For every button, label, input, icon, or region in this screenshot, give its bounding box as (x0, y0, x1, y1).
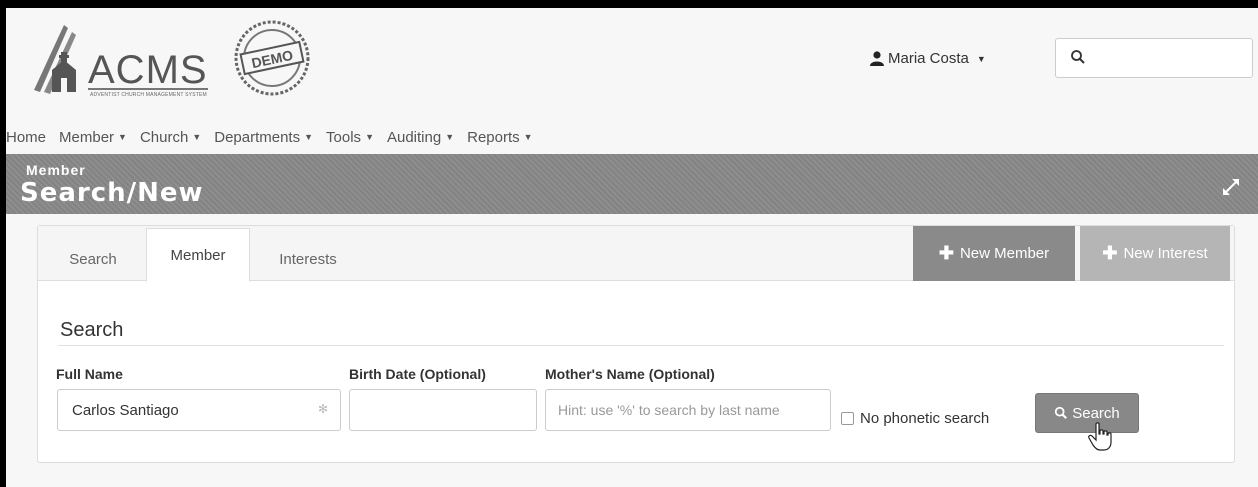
checkbox-box[interactable] (841, 412, 854, 425)
chevron-down-icon: ▼ (523, 132, 533, 142)
nav-item-home[interactable]: Home (6, 129, 46, 146)
header: ACMS ADVENTIST CHURCH MANAGEMENT SYSTEM … (6, 8, 1258, 120)
search-form-heading: Search (60, 319, 124, 341)
tab-interests[interactable]: Interests (258, 236, 358, 282)
heading-divider (58, 345, 1224, 346)
page-title: Search/New (20, 178, 204, 208)
full-name-input[interactable]: Carlos Santiago ✻ (57, 389, 341, 431)
user-menu[interactable]: Maria Costa ▼ (870, 50, 986, 67)
expand-icon[interactable] (1220, 176, 1242, 198)
chevron-down-icon: ▼ (118, 132, 127, 142)
loading-spinner-icon: ✻ (317, 402, 328, 416)
tab-strip: Search Member Interests ✚ New Member ✚ N… (38, 226, 1234, 282)
user-name: Maria Costa (888, 50, 969, 67)
nav-label: Departments (214, 128, 301, 146)
chevron-down-icon: ▼ (445, 132, 455, 142)
search-button[interactable]: Search (1035, 393, 1139, 433)
nav-item-reports[interactable]: Reports ▼ (467, 129, 532, 146)
logo-tagline: ADVENTIST CHURCH MANAGEMENT SYSTEM (90, 92, 207, 98)
nav-item-auditing[interactable]: Auditing ▼ (387, 129, 454, 146)
user-icon (870, 51, 884, 66)
app-window: ACMS ADVENTIST CHURCH MANAGEMENT SYSTEM … (6, 8, 1258, 487)
nav-item-church[interactable]: Church ▼ (140, 129, 201, 146)
logo-brand-text: ACMS (88, 48, 208, 92)
no-phonetic-label: No phonetic search (860, 410, 990, 427)
logo-underline (88, 88, 208, 90)
plus-icon: ✚ (1102, 243, 1118, 263)
main-nav: Home Member ▼ Church ▼ Departments ▼ Tools ▼… (6, 120, 1258, 154)
page-title-bar: Member Search/New (6, 154, 1258, 214)
chevron-down-icon: ▼ (976, 53, 986, 64)
birth-date-input[interactable] (349, 389, 537, 431)
hand-cursor-icon (1088, 422, 1112, 451)
nav-label: Tools (326, 128, 362, 146)
new-interest-button[interactable]: ✚ New Interest (1080, 226, 1230, 281)
birth-date-label: Birth Date (Optional) (349, 366, 486, 382)
full-name-label: Full Name (56, 366, 123, 382)
nav-item-tools[interactable]: Tools ▼ (326, 129, 374, 146)
plus-icon: ✚ (938, 243, 954, 263)
global-search-input[interactable] (1094, 45, 1244, 71)
nav-label: Church (139, 128, 189, 146)
nav-item-departments[interactable]: Departments ▼ (214, 129, 313, 146)
chevron-down-icon: ▼ (304, 132, 314, 142)
search-icon (1071, 50, 1085, 64)
full-name-value: Carlos Santiago (72, 401, 179, 419)
nav-label: Auditing (386, 128, 442, 146)
page-section: Member (26, 162, 86, 178)
mother-name-input[interactable]: Hint: use '%' to search by last name (545, 389, 831, 431)
chevron-down-icon: ▼ (192, 132, 202, 142)
chevron-down-icon: ▼ (365, 132, 374, 142)
nav-label: Member (59, 128, 115, 146)
nav-label: Home (6, 128, 47, 146)
mother-name-label: Mother's Name (Optional) (545, 366, 715, 382)
new-member-button[interactable]: ✚ New Member (913, 226, 1075, 281)
search-icon (1055, 406, 1068, 419)
nav-label: Reports (467, 128, 520, 146)
no-phonetic-checkbox[interactable]: No phonetic search (841, 410, 989, 427)
tab-member[interactable]: Member (146, 228, 250, 282)
search-button-label: Search (1072, 404, 1120, 422)
nav-item-member[interactable]: Member ▼ (59, 129, 127, 146)
new-interest-label: New Interest (1123, 245, 1208, 262)
mother-name-placeholder: Hint: use '%' to search by last name (558, 402, 780, 418)
member-panel: Search Member Interests ✚ New Member ✚ N… (37, 225, 1235, 463)
tab-search[interactable]: Search (48, 236, 138, 282)
new-member-label: New Member (959, 245, 1050, 262)
demo-stamp-icon: DEMO (234, 20, 310, 96)
church-logo-icon (34, 25, 76, 94)
acms-logo[interactable]: ACMS ADVENTIST CHURCH MANAGEMENT SYSTEM (24, 20, 214, 102)
global-search-box[interactable] (1055, 38, 1253, 78)
